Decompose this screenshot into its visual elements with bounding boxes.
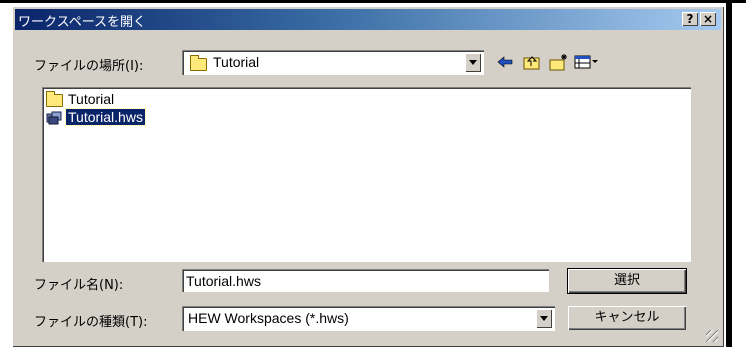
view-menu-icon[interactable] [573, 52, 599, 72]
right-border [726, 0, 732, 347]
folder-icon [46, 91, 63, 107]
resize-grip-icon[interactable] [706, 330, 718, 342]
file-list[interactable]: Tutorial Tutorial.hws [42, 87, 691, 262]
look-in-dropdown-arrow[interactable] [465, 53, 481, 72]
file-type-value: HEW Workspaces (*.hws) [188, 310, 349, 326]
cancel-button[interactable]: キャンセル [568, 306, 686, 330]
look-in-value: Tutorial [213, 54, 260, 70]
new-folder-icon[interactable] [548, 52, 570, 72]
close-button[interactable]: × [700, 12, 716, 26]
open-workspace-dialog: ワークスペースを開く ? × ファイルの場所(I): Tutorial Tuto… [12, 6, 724, 347]
file-name-value: Tutorial.hws [186, 273, 261, 289]
title-bar[interactable]: ワークスペースを開く ? × [15, 9, 721, 30]
file-type-label: ファイルの種類(T): [34, 315, 148, 330]
top-border [0, 0, 746, 3]
look-in-label: ファイルの場所(I): [34, 59, 144, 74]
back-arrow-icon[interactable] [494, 52, 516, 72]
list-item-name: Tutorial [68, 91, 115, 107]
help-button[interactable]: ? [682, 12, 698, 26]
select-button[interactable]: 選択 [567, 268, 687, 294]
list-item-name: Tutorial.hws [65, 108, 146, 126]
file-type-dropdown-arrow[interactable] [536, 309, 552, 328]
folder-icon [190, 55, 207, 71]
file-name-input[interactable]: Tutorial.hws [182, 269, 549, 292]
file-type-dropdown[interactable]: HEW Workspaces (*.hws) [182, 306, 555, 331]
workspace-file-icon [46, 111, 62, 125]
up-folder-icon[interactable] [521, 52, 543, 72]
look-in-dropdown[interactable]: Tutorial [182, 50, 484, 75]
dialog-title: ワークスペースを開く [18, 15, 147, 30]
file-name-label: ファイル名(N): [34, 278, 124, 293]
